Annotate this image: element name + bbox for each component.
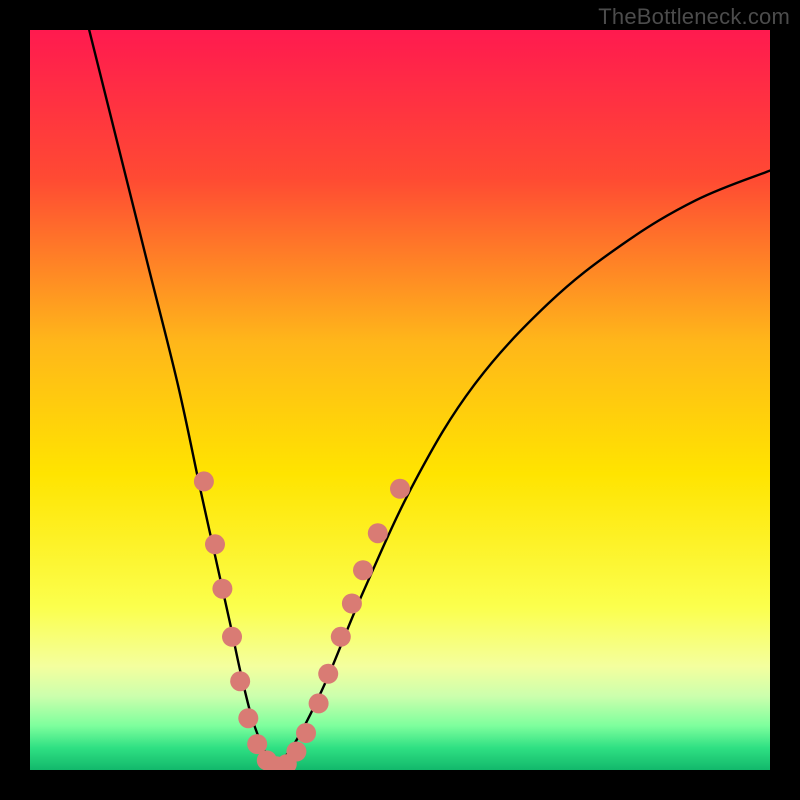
curve-marker <box>309 693 329 713</box>
chart-frame <box>30 30 770 770</box>
curve-marker <box>296 723 316 743</box>
curve-marker <box>368 523 388 543</box>
curve-marker <box>230 671 250 691</box>
curve-marker <box>238 708 258 728</box>
bottleneck-curve-chart <box>30 30 770 770</box>
watermark-text: TheBottleneck.com <box>598 4 790 30</box>
curve-marker <box>194 471 214 491</box>
curve-marker <box>353 560 373 580</box>
curve-marker <box>342 594 362 614</box>
curve-marker <box>222 627 242 647</box>
curve-marker <box>286 742 306 762</box>
gradient-background <box>30 30 770 770</box>
curve-marker <box>331 627 351 647</box>
curve-marker <box>390 479 410 499</box>
curve-marker <box>205 534 225 554</box>
curve-marker <box>212 579 232 599</box>
curve-marker <box>318 664 338 684</box>
